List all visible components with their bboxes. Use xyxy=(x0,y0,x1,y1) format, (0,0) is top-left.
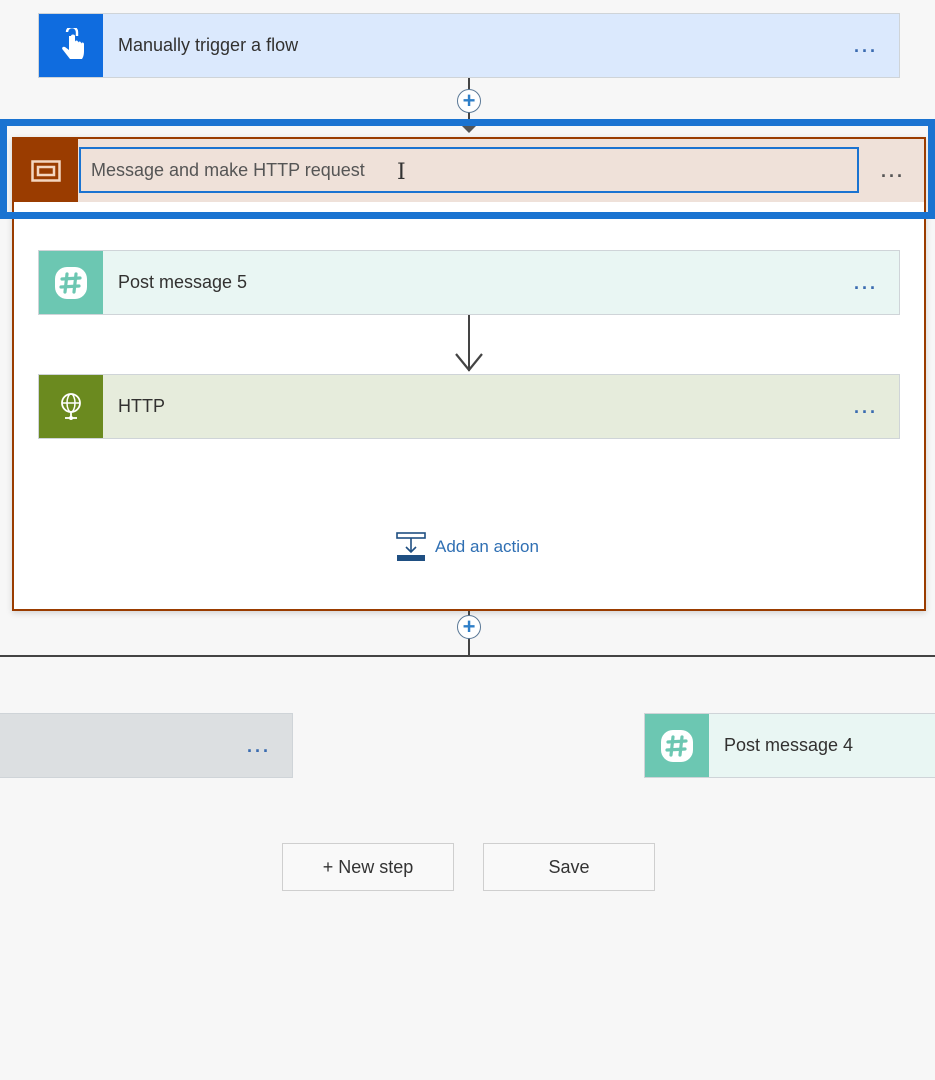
new-step-button[interactable]: + New step xyxy=(282,843,454,891)
insert-step-button[interactable]: + xyxy=(457,615,481,639)
action-card-post-message-5[interactable]: Post message 5 ... xyxy=(38,250,900,315)
save-button[interactable]: Save xyxy=(483,843,655,891)
scope-icon-box xyxy=(14,139,78,202)
action-more-button[interactable]: ... xyxy=(841,274,891,292)
arrow-head-icon xyxy=(460,124,478,133)
scope-title-input[interactable] xyxy=(79,147,859,193)
action-icon-box xyxy=(645,714,709,777)
branch-left-card[interactable]: ... xyxy=(0,713,293,778)
action-more-button[interactable]: ... xyxy=(841,398,891,416)
branch-right-title: Post message 4 xyxy=(724,735,854,755)
add-action-label: Add an action xyxy=(435,537,539,556)
branch-right-card[interactable]: Post message 4 xyxy=(644,713,935,778)
add-action-icon xyxy=(396,532,426,561)
action-title: HTTP xyxy=(118,396,165,416)
slack-icon xyxy=(661,729,693,762)
scope-icon xyxy=(31,159,61,182)
action-card-http[interactable]: HTTP ... xyxy=(38,374,900,439)
slack-icon xyxy=(55,266,87,299)
touch-hand-icon xyxy=(62,27,84,59)
branch-left-more-button[interactable]: ... xyxy=(234,737,284,755)
arrow-down-icon xyxy=(455,353,483,372)
trigger-card[interactable]: Manually trigger a flow ... xyxy=(38,13,900,78)
trigger-title: Manually trigger a flow xyxy=(118,35,299,55)
action-icon-box xyxy=(39,251,103,314)
insert-step-button[interactable]: + xyxy=(457,89,481,113)
scope-more-button[interactable]: ... xyxy=(868,161,918,182)
trigger-more-button[interactable]: ... xyxy=(841,37,891,55)
action-title: Post message 5 xyxy=(118,272,248,292)
globe-icon xyxy=(61,392,81,420)
branch-line xyxy=(0,655,935,657)
text-cursor-icon: I xyxy=(397,160,406,185)
add-action-button[interactable]: Add an action xyxy=(396,532,539,562)
trigger-icon-box xyxy=(39,14,103,77)
action-icon-box xyxy=(39,375,103,438)
